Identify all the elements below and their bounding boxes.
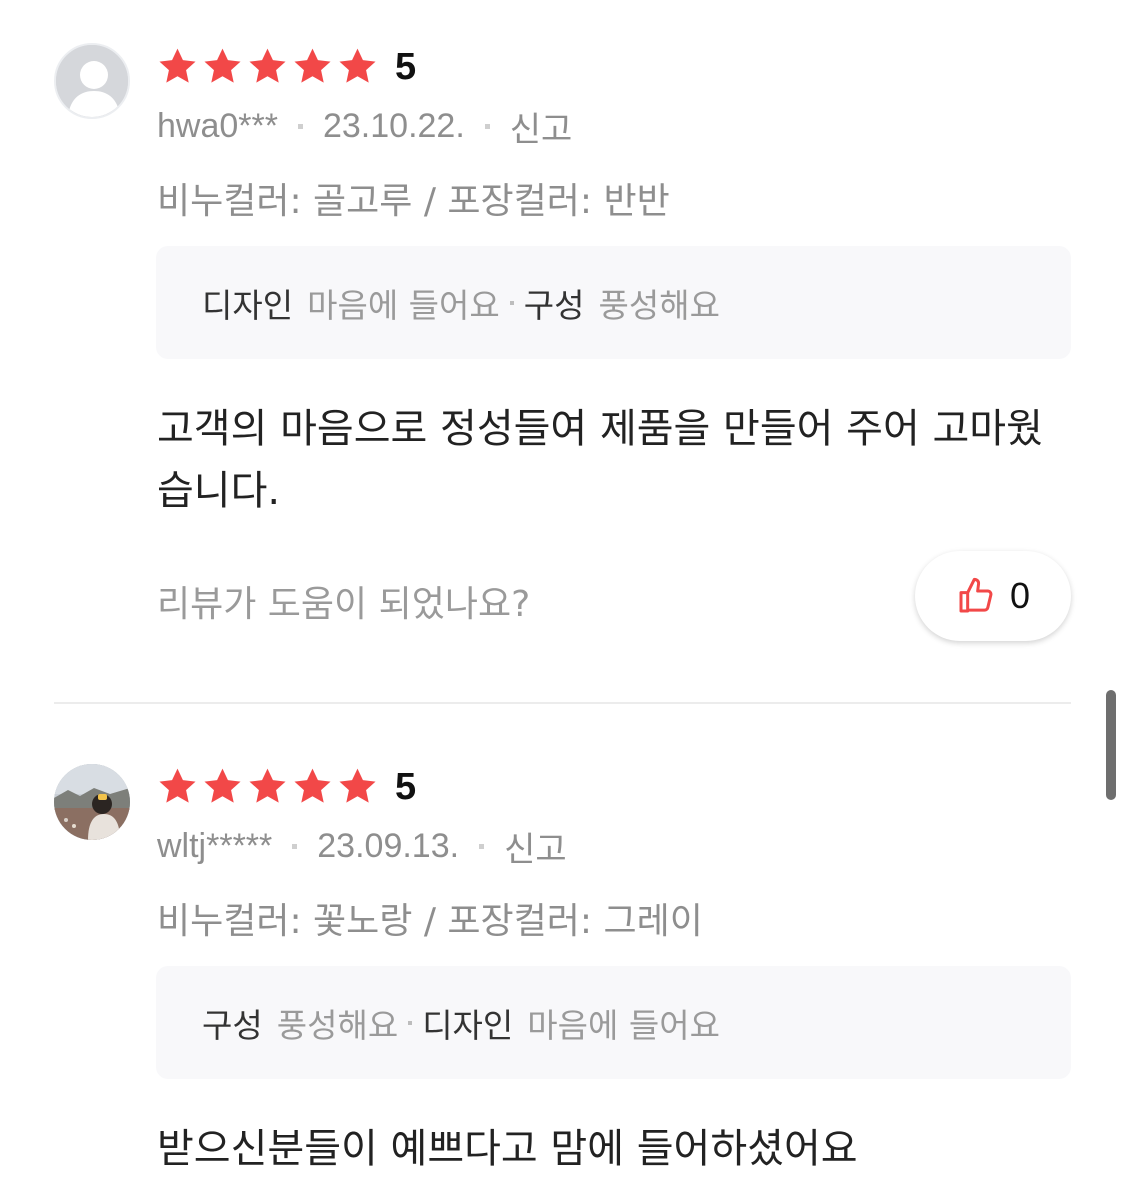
review-item: 5 hwa0*** 23.10.22. 신고 비누컬러: 골고루 / 포장컬러:… [0, 0, 1125, 700]
evaluation-tags: 디자인 마음에 들어요 구성 풍성해요 [156, 246, 1071, 359]
tag-key: 구성 [523, 285, 585, 325]
separator-dot [297, 123, 303, 129]
star-icon [201, 46, 244, 88]
like-count: 0 [1009, 575, 1031, 616]
helpful-question: 리뷰가 도움이 되었나요? [157, 584, 531, 625]
star-icon [246, 46, 289, 88]
user-id: hwa0*** [157, 106, 278, 145]
avatar [54, 764, 130, 840]
product-option: 비누컬러: 골고루 / 포장컬러: 반반 [157, 181, 670, 222]
tag-key: 디자인 [202, 285, 294, 325]
tag-value: 마음에 들어요 [307, 285, 500, 325]
star-icon [246, 766, 289, 808]
avatar [54, 43, 130, 119]
review-content: 고객의 마음으로 정성들여 제품을 만들어 주어 고마웠습니다. [157, 406, 1043, 514]
rating: 5 [156, 764, 416, 810]
tag-value: 풍성해요 [598, 285, 720, 325]
star-icon [336, 46, 379, 88]
thumbs-up-icon [959, 577, 993, 613]
rating: 5 [156, 44, 416, 90]
scrollbar[interactable] [1106, 690, 1116, 800]
separator-dot [509, 300, 514, 305]
tag-value: 마음에 들어요 [527, 1005, 720, 1045]
helpful-button[interactable]: 0 [915, 551, 1071, 641]
default-person-icon [56, 45, 128, 117]
star-icon [336, 766, 379, 808]
report-link[interactable]: 신고 [504, 822, 567, 871]
review-divider [54, 702, 1071, 704]
review-date: 23.10.22. [322, 106, 465, 145]
star-icon [156, 46, 199, 88]
review-date: 23.09.13. [317, 826, 460, 865]
star-icon [291, 46, 334, 88]
star-rating [156, 766, 379, 808]
review-meta: hwa0*** 23.10.22. 신고 [157, 102, 573, 151]
star-icon [291, 766, 334, 808]
separator-dot [408, 1020, 413, 1025]
review-item: 5 wltj***** 23.09.13. 신고 비누컬러: 꽃노랑 / 포장컬… [0, 720, 1125, 1197]
rating-score: 5 [395, 45, 417, 88]
star-icon [201, 766, 244, 808]
tag-value: 풍성해요 [276, 1005, 399, 1045]
separator-dot [292, 843, 298, 849]
review-content: 받으신분들이 예쁘다고 맘에 들어하셨어요 [157, 1126, 858, 1172]
user-photo [54, 764, 130, 840]
product-option: 비누컬러: 꽃노랑 / 포장컬러: 그레이 [157, 901, 703, 942]
report-link[interactable]: 신고 [510, 102, 573, 151]
star-rating [156, 46, 379, 88]
tag-key: 디자인 [422, 1005, 514, 1045]
separator-dot [484, 123, 490, 129]
star-icon [156, 766, 199, 808]
evaluation-tags: 구성 풍성해요 디자인 마음에 들어요 [156, 966, 1071, 1079]
tag-key: 구성 [202, 1005, 263, 1045]
user-id: wltj***** [157, 826, 273, 865]
separator-dot [479, 843, 485, 849]
review-meta: wltj***** 23.09.13. 신고 [157, 822, 567, 871]
rating-score: 5 [395, 765, 417, 808]
